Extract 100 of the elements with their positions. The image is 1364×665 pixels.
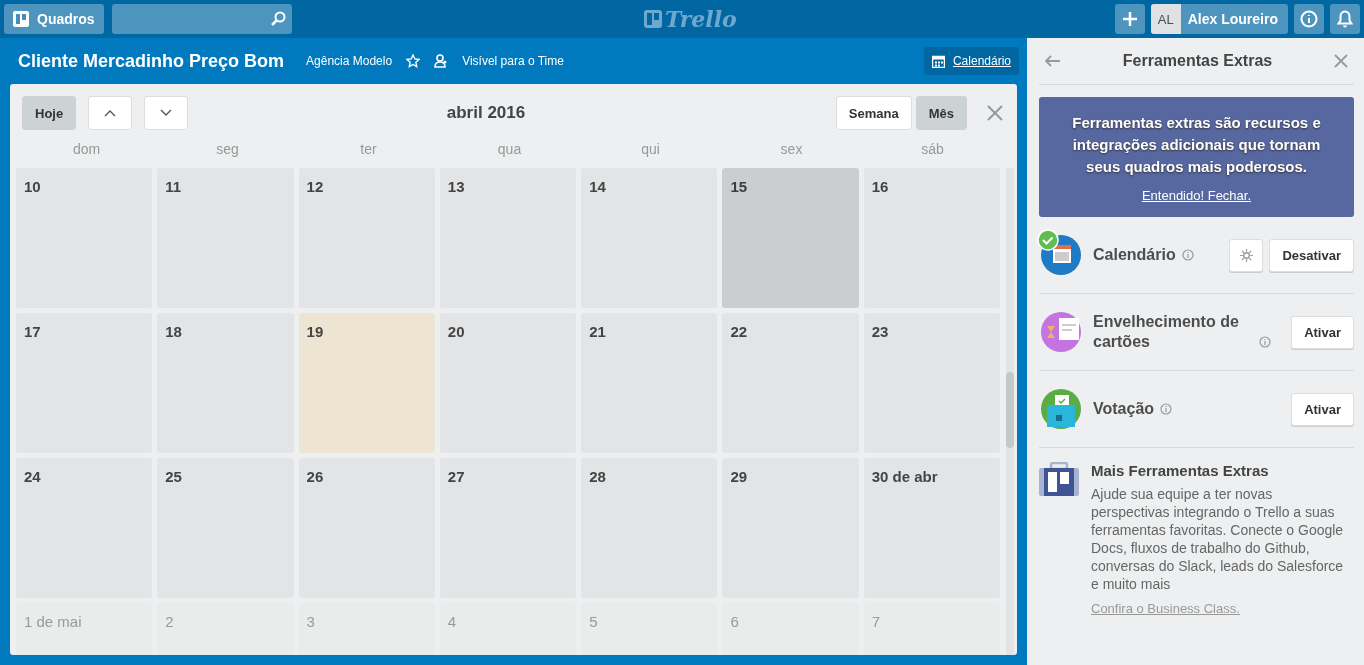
star-icon[interactable] bbox=[406, 54, 421, 68]
day-number: 1 de mai bbox=[24, 613, 82, 630]
disable-button[interactable]: Desativar bbox=[1269, 238, 1354, 272]
board-icon bbox=[644, 10, 662, 28]
day-number: 18 bbox=[165, 323, 182, 340]
info-icon[interactable] bbox=[1181, 249, 1194, 261]
day-cell[interactable]: 17 bbox=[16, 313, 153, 453]
day-number: 25 bbox=[165, 468, 182, 485]
dismiss-link[interactable]: Entendido! Fechar. bbox=[1141, 187, 1252, 203]
day-number: 6 bbox=[730, 613, 739, 630]
team-link[interactable]: Agência Modelo bbox=[306, 54, 393, 68]
day-cell[interactable]: 24 bbox=[16, 458, 153, 598]
day-number: 11 bbox=[165, 178, 182, 195]
day-number: 2 bbox=[165, 613, 174, 630]
powerup-name: Calendário bbox=[1093, 245, 1176, 265]
view-tab[interactable]: Mês bbox=[915, 96, 967, 130]
back-arrow-icon[interactable] bbox=[1045, 55, 1061, 67]
user-menu-button[interactable]: AL Alex Loureiro bbox=[1150, 4, 1288, 34]
day-number: 30 de abr bbox=[871, 468, 938, 485]
plus-icon bbox=[1121, 11, 1138, 27]
info-icon[interactable] bbox=[1259, 336, 1271, 348]
team-icon bbox=[434, 54, 449, 68]
day-cell[interactable]: 25 bbox=[157, 458, 294, 598]
day-cell[interactable]: 20 bbox=[439, 313, 577, 453]
info-button[interactable] bbox=[1294, 4, 1324, 34]
weekday-label: qua bbox=[496, 141, 523, 157]
day-cell[interactable]: 11 bbox=[157, 168, 294, 308]
day-number: 27 bbox=[447, 468, 465, 485]
add-button[interactable] bbox=[1114, 4, 1145, 34]
day-number: 7 bbox=[871, 613, 881, 630]
settings-button[interactable] bbox=[1229, 238, 1264, 272]
banner-text: Ferramentas extras são recursos e integrações adicionais que tornam seus quadros mais poderosos. bbox=[1071, 112, 1322, 177]
day-cell[interactable]: 10 bbox=[16, 168, 153, 308]
scrollbar[interactable] bbox=[1006, 168, 1014, 655]
day-number: 26 bbox=[306, 468, 324, 485]
hourglass-card-icon bbox=[1041, 312, 1081, 352]
day-number: 15 bbox=[730, 178, 748, 195]
bell-icon bbox=[1337, 10, 1353, 28]
day-cell[interactable]: 18 bbox=[157, 313, 294, 453]
day-number: 19 bbox=[306, 323, 324, 340]
weekday-label: seg bbox=[215, 141, 240, 157]
scrollbar-thumb[interactable] bbox=[1006, 372, 1014, 448]
day-number: 22 bbox=[730, 323, 748, 340]
close-icon[interactable] bbox=[1334, 54, 1348, 68]
sidebar-title: Ferramentas Extras bbox=[1122, 52, 1273, 70]
day-cell[interactable]: 30 de abr bbox=[863, 458, 1000, 598]
user-name: Alex Loureiro bbox=[1187, 11, 1278, 27]
day-number: 28 bbox=[589, 468, 606, 485]
day-cell[interactable]: 14 bbox=[581, 168, 718, 308]
next-button[interactable] bbox=[144, 96, 189, 130]
day-number: 16 bbox=[871, 178, 889, 195]
day-cell[interactable]: 12 bbox=[298, 168, 435, 308]
section-title: Mais Ferramentas Extras bbox=[1091, 462, 1270, 479]
day-number: 4 bbox=[447, 613, 457, 630]
previous-button[interactable] bbox=[88, 96, 133, 130]
briefcase-icon bbox=[1039, 462, 1079, 496]
day-cell[interactable]: 21 bbox=[581, 313, 718, 453]
day-cell[interactable]: 22 bbox=[722, 313, 859, 453]
day-number: 14 bbox=[589, 178, 606, 195]
calendar-icon bbox=[931, 54, 945, 68]
close-icon[interactable] bbox=[987, 105, 1003, 121]
enable-button[interactable]: Ativar bbox=[1291, 392, 1354, 426]
day-cell[interactable]: 23 bbox=[863, 313, 1000, 453]
board-title[interactable]: Cliente Mercadinho Preço Bom bbox=[18, 50, 285, 72]
notifications-button[interactable] bbox=[1330, 4, 1360, 34]
powerup-name: Envelhecimento de cartões bbox=[1093, 312, 1240, 352]
board-icon bbox=[13, 11, 29, 27]
visibility-link[interactable]: Visível para o Time bbox=[462, 54, 564, 68]
day-number: 12 bbox=[306, 178, 324, 195]
day-cell[interactable]: 15 bbox=[722, 168, 859, 308]
day-number: 3 bbox=[306, 613, 315, 630]
day-number: 13 bbox=[447, 178, 465, 195]
user-avatar: AL bbox=[1150, 4, 1181, 34]
weekday-label: qui bbox=[640, 141, 661, 157]
calendar-button[interactable]: Calendário bbox=[923, 47, 1019, 75]
enable-button[interactable]: Ativar bbox=[1291, 315, 1354, 349]
chevron-down-icon bbox=[160, 109, 173, 117]
day-cell[interactable]: 26 bbox=[298, 458, 435, 598]
chevron-up-icon bbox=[104, 109, 117, 117]
info-icon[interactable] bbox=[1160, 403, 1173, 415]
weekday-label: sáb bbox=[920, 141, 945, 157]
today-button[interactable]: Hoje bbox=[22, 96, 77, 130]
day-number: 17 bbox=[24, 323, 41, 340]
powerup-name: Votação bbox=[1093, 399, 1155, 419]
day-cell[interactable]: 27 bbox=[439, 458, 577, 598]
search-icon bbox=[269, 11, 286, 27]
day-cell[interactable]: 29 bbox=[722, 458, 859, 598]
gear-icon bbox=[1239, 248, 1253, 262]
search-field[interactable] bbox=[111, 4, 292, 34]
day-cell[interactable]: 16 bbox=[863, 168, 1000, 308]
day-cell[interactable]: 19 bbox=[298, 313, 435, 453]
day-number: 29 bbox=[730, 468, 748, 485]
day-cell[interactable]: 28 bbox=[581, 458, 718, 598]
day-cell[interactable]: 13 bbox=[439, 168, 577, 308]
weekday-label: sex bbox=[779, 141, 804, 157]
ballot-box-icon bbox=[1041, 389, 1081, 429]
day-number: 5 bbox=[589, 613, 598, 630]
view-tab[interactable]: Semana bbox=[835, 96, 912, 130]
day-number: 23 bbox=[871, 323, 889, 340]
day-number: 20 bbox=[447, 323, 465, 340]
